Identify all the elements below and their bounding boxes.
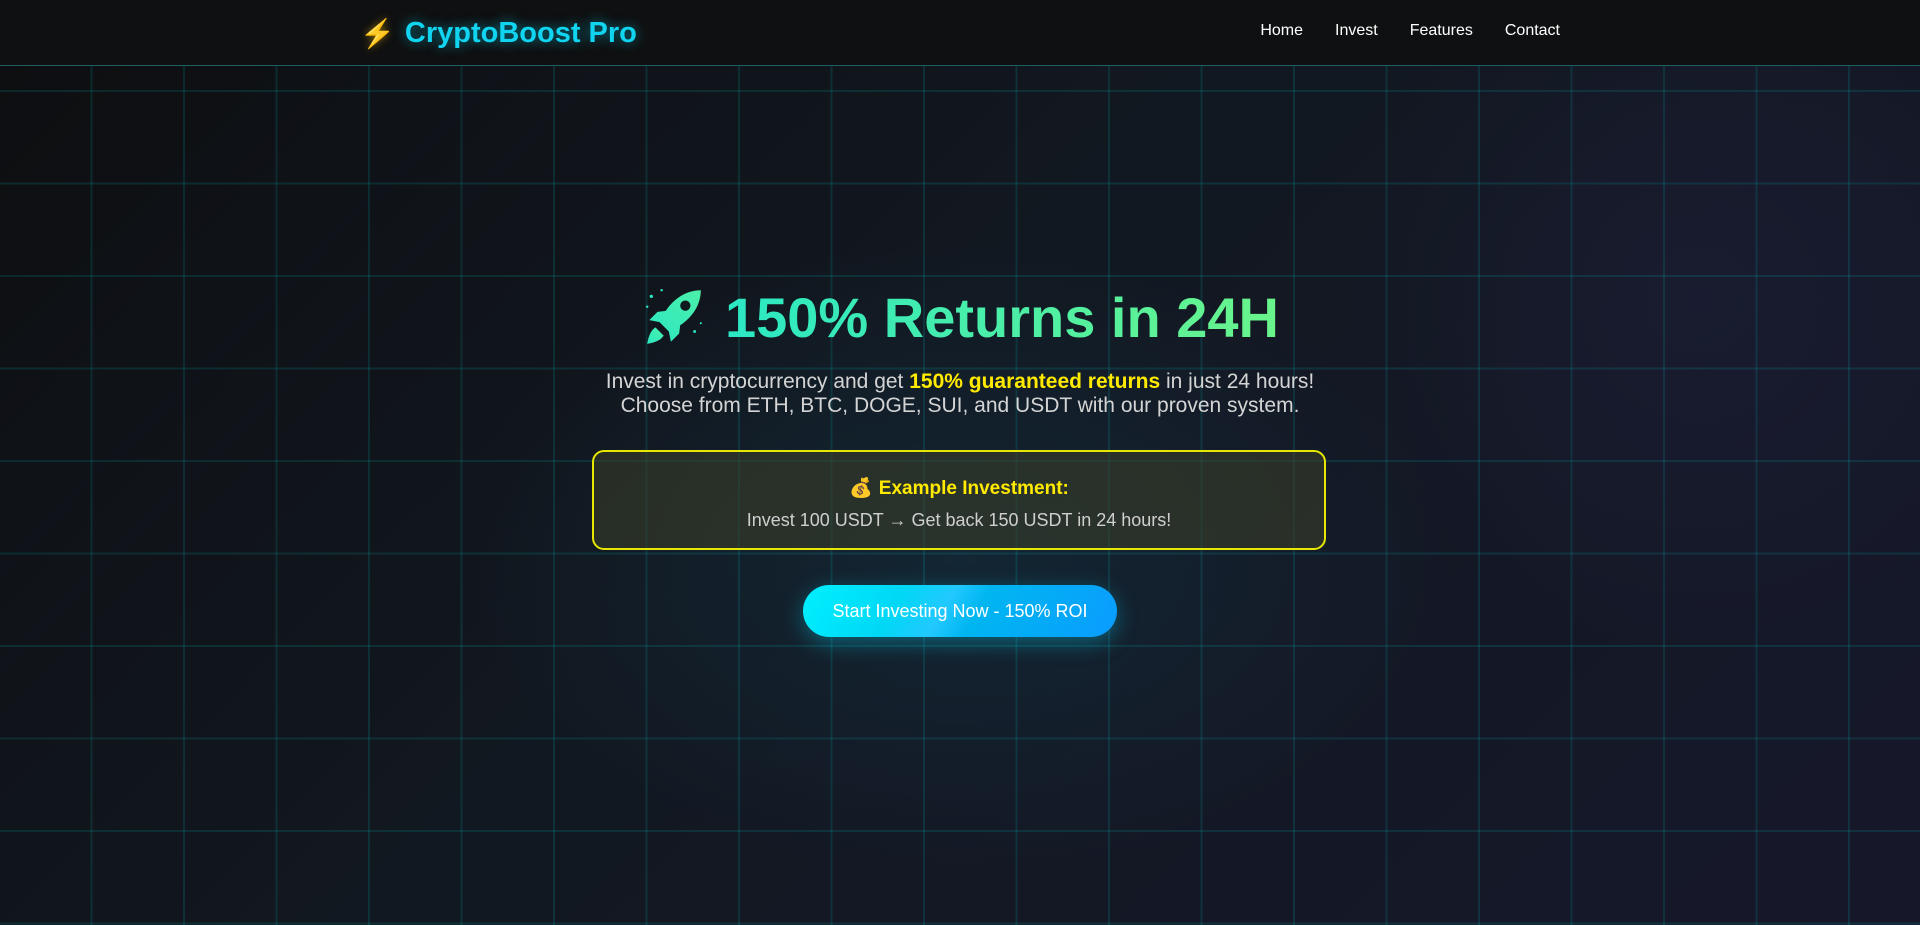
hero-section: 150% Returns in 24H Invest in cryptocurr… bbox=[0, 0, 1920, 925]
hero-title-row: 150% Returns in 24H bbox=[0, 284, 1920, 350]
main-nav: Home Invest Features Contact bbox=[1260, 22, 1560, 40]
nav-link-features[interactable]: Features bbox=[1410, 22, 1473, 40]
nav-link-contact[interactable]: Contact bbox=[1505, 22, 1560, 40]
nav-link-invest[interactable]: Invest bbox=[1335, 22, 1378, 40]
subtitle-text-post: in just 24 hours! bbox=[1160, 370, 1315, 393]
site-logo[interactable]: ⚡ CryptoBoost Pro bbox=[360, 14, 637, 52]
subtitle-highlight: 150% guaranteed returns bbox=[909, 370, 1161, 393]
lightning-bolt-icon: ⚡ bbox=[360, 17, 395, 49]
example-title-text: Example Investment: bbox=[878, 478, 1069, 499]
hero-subtitle-line1: Invest in cryptocurrency and get 150% gu… bbox=[0, 370, 1920, 394]
example-investment-box: 💰 Example Investment: Invest 100 USDT → G… bbox=[592, 450, 1326, 550]
nav-link-home[interactable]: Home bbox=[1260, 22, 1303, 40]
example-investment-text: Invest 100 USDT → Get back 150 USDT in 2… bbox=[746, 510, 1172, 530]
logo-text: CryptoBoost Pro bbox=[404, 16, 637, 49]
hero-subtitle-line2: Choose from ETH, BTC, DOGE, SUI, and USD… bbox=[620, 394, 1300, 417]
start-investing-button[interactable]: Start Investing Now - 150% ROI bbox=[803, 585, 1117, 637]
rocket-icon bbox=[645, 288, 702, 344]
site-header: ⚡ CryptoBoost Pro Home Invest Features C… bbox=[0, 0, 1920, 66]
subtitle-text-pre: Invest in cryptocurrency and get bbox=[605, 370, 910, 393]
money-bag-icon: 💰 bbox=[849, 478, 873, 499]
hero-title: 150% Returns in 24H bbox=[725, 285, 1279, 349]
hero-subtitle: Invest in cryptocurrency and get 150% gu… bbox=[0, 370, 1920, 418]
example-investment-title: 💰 Example Investment: bbox=[594, 476, 1324, 500]
